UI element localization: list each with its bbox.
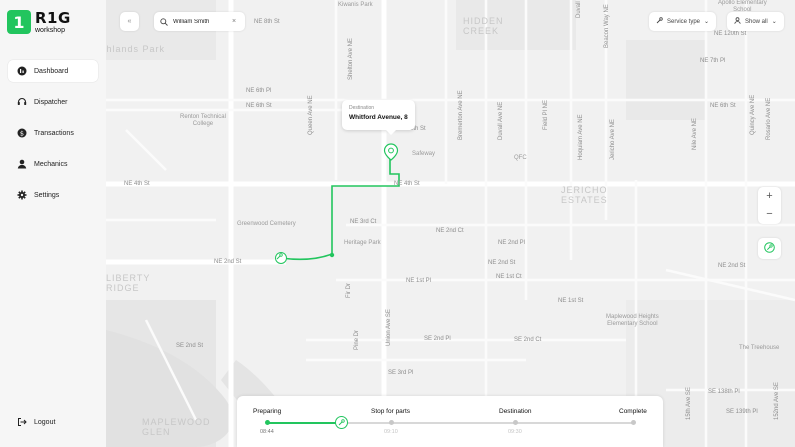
sidebar-item-label: Dashboard [34,67,69,75]
wrench-icon [338,419,345,426]
stage-label-preparing: Preparing [253,408,282,415]
wrench-circle-icon [764,240,775,258]
sidebar-nav: Dashboard Dispatcher $ Transactions Mech… [8,60,98,215]
destination-tooltip: Destination Whitford Avenue, 8 [342,100,415,135]
wrench-icon [276,253,283,260]
dashboard-icon [17,66,27,76]
map-canvas [106,0,795,447]
search-box: × [154,12,245,31]
logout-label: Logout [34,418,56,426]
stage-label-destination: Destination [499,408,532,415]
zoom-in-button[interactable]: + [766,190,772,202]
car-marker[interactable] [275,252,287,264]
user-icon [734,17,741,26]
gear-icon [17,190,27,200]
route-line [280,152,400,261]
app-root: 1 R1G workshop Dashboard Dispatcher $ Tr… [0,0,795,447]
wrench-icon [656,17,663,26]
sidebar-item-label: Transactions [34,129,74,137]
progress-car-marker [335,416,348,429]
logout-button[interactable]: Logout [17,417,55,427]
sidebar-item-transactions[interactable]: $ Transactions [8,122,98,144]
logo[interactable]: 1 R1G workshop [7,10,71,34]
collapse-sidebar-button[interactable]: « [120,12,139,31]
stage-label-stop-for-parts: Stop for parts [371,408,411,415]
stage-dot-stop-for-parts[interactable] [389,420,394,425]
sidebar-item-dispatcher[interactable]: Dispatcher [8,91,98,113]
route-waypoint [329,252,335,258]
progress-fill [267,422,341,424]
destination-pin-icon[interactable] [383,143,399,161]
show-all-dropdown[interactable]: Show all ⌄ [727,12,784,31]
stage-dot-complete[interactable] [631,420,636,425]
destination-address: Whitford Avenue, 8 [349,114,408,121]
user-icon [17,159,27,169]
sidebar-item-label: Dispatcher [34,98,68,106]
trip-progress-card: Preparing Stop for parts Destination Com… [237,396,663,447]
chevron-down-icon: ⌄ [771,19,777,25]
stage-time-preparing: 08:44 [260,429,274,435]
show-all-label: Show all [745,18,768,25]
chevron-down-icon: ⌄ [704,19,710,25]
zoom-controls: + − [758,187,781,224]
sidebar: 1 R1G workshop Dashboard Dispatcher $ Tr… [0,0,106,447]
stage-time-stop-for-parts: 09:10 [384,429,398,435]
sidebar-item-settings[interactable]: Settings [8,184,98,206]
stage-label-complete: Complete [619,408,647,415]
double-chevron-left-icon: « [127,18,132,25]
headset-icon [17,97,27,107]
search-input[interactable] [173,18,227,25]
destination-label: Destination [349,105,375,111]
sidebar-item-mechanics[interactable]: Mechanics [8,153,98,175]
zoom-out-button[interactable]: − [766,209,772,220]
sidebar-item-label: Mechanics [34,160,68,168]
logo-mark: 1 [7,10,31,34]
svg-text:$: $ [20,129,24,137]
search-icon [160,13,168,31]
clear-search-icon[interactable]: × [232,18,236,25]
logo-sub: workshop [35,26,65,34]
service-type-dropdown[interactable]: Service type ⌄ [649,12,717,31]
service-type-label: Service type [667,18,701,25]
locate-button[interactable] [758,238,781,259]
sidebar-item-label: Settings [34,191,60,199]
logo-name: R1G [35,8,71,27]
dollar-icon: $ [17,128,27,138]
sidebar-item-dashboard[interactable]: Dashboard [8,60,98,82]
stage-time-destination: 09:30 [508,429,522,435]
stage-dot-destination[interactable] [513,420,518,425]
map-view[interactable]: Highlands Park HIDDENCREEK JERICHOESTATE… [106,0,795,447]
stage-dot-preparing[interactable] [265,420,270,425]
logout-icon [17,417,27,427]
